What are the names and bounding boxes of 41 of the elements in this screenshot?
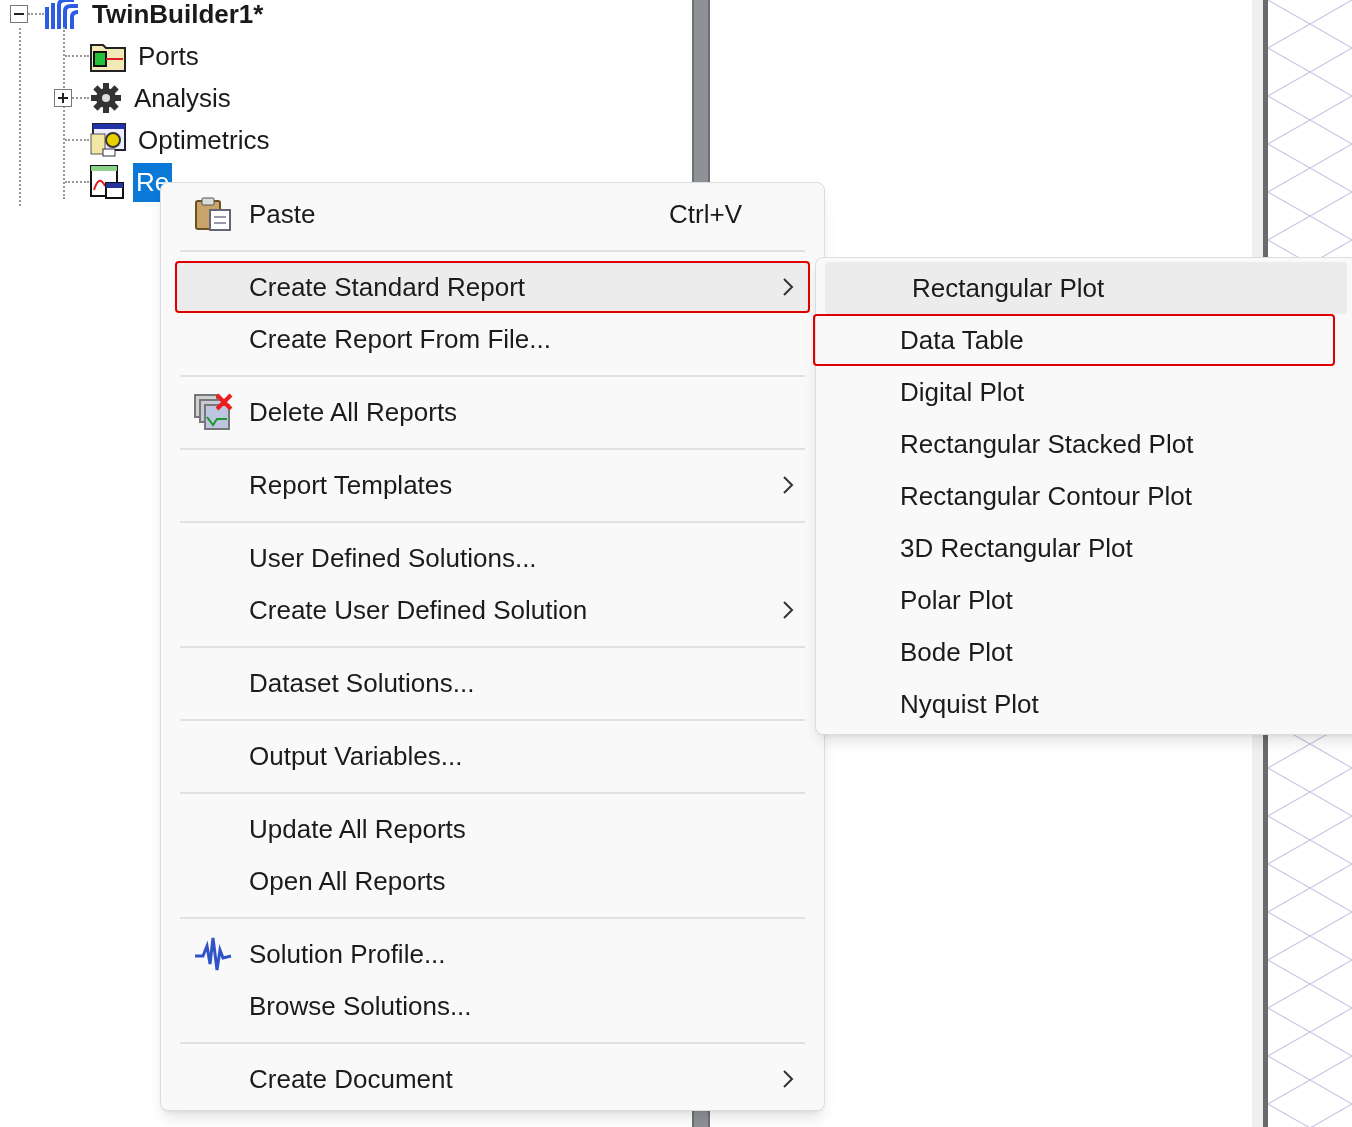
menu-item[interactable]: Create Report From File... — [175, 313, 810, 365]
menu-item[interactable]: Browse Solutions... — [175, 980, 810, 1032]
menu-item[interactable]: Digital Plot — [813, 366, 1335, 418]
expand-toggle[interactable] — [54, 89, 72, 107]
tree-item[interactable]: Analysis — [131, 78, 234, 118]
plus-icon — [58, 93, 68, 103]
menu-item[interactable]: Polar Plot — [813, 574, 1335, 626]
menu-item[interactable]: Output Variables... — [175, 730, 810, 782]
menu-item[interactable]: Create Document — [175, 1053, 810, 1105]
menu-item[interactable]: Create Standard Report — [175, 261, 810, 313]
menu-item[interactable]: Rectangular Plot — [825, 262, 1347, 314]
report-window-icon — [89, 164, 125, 200]
tree-item[interactable]: TwinBuilder1* — [92, 0, 264, 34]
menu-item[interactable]: Dataset Solutions... — [175, 657, 810, 709]
chevron-right-icon — [782, 600, 794, 620]
menu-item[interactable]: Nyquist Plot — [813, 678, 1335, 730]
menu-item[interactable]: User Defined Solutions... — [175, 532, 810, 584]
tree-item[interactable]: Ports — [135, 36, 202, 76]
menu-item[interactable]: Bode Plot — [813, 626, 1335, 678]
menu-item[interactable]: Open All Reports — [175, 855, 810, 907]
menu-item[interactable]: Create User Defined Solution — [175, 584, 810, 636]
menu-item[interactable]: Rectangular Contour Plot — [813, 470, 1335, 522]
tree-item[interactable]: Optimetrics — [135, 120, 273, 160]
chevron-right-icon — [782, 475, 794, 495]
menu-item[interactable]: Rectangular Stacked Plot — [813, 418, 1335, 470]
clipboard-icon — [193, 196, 233, 232]
shortcut-text: Ctrl+V — [669, 197, 742, 231]
menu-item[interactable]: Paste Ctrl+V — [175, 188, 810, 240]
delete-reports-icon — [193, 393, 233, 431]
collapse-toggle[interactable] — [10, 5, 28, 23]
menu-item[interactable]: Report Templates — [175, 459, 810, 511]
gear-icon — [89, 81, 123, 115]
menu-item[interactable]: Solution Profile... — [175, 928, 810, 980]
chevron-right-icon — [782, 1069, 794, 1089]
waveform-icon — [193, 936, 233, 972]
chevron-right-icon — [782, 277, 794, 297]
menu-item[interactable]: Data Table — [813, 314, 1335, 366]
window-gear-icon — [89, 122, 127, 158]
menu-item[interactable]: Delete All Reports — [175, 386, 810, 438]
menu-item[interactable]: 3D Rectangular Plot — [813, 522, 1335, 574]
menu-item[interactable]: Update All Reports — [175, 803, 810, 855]
